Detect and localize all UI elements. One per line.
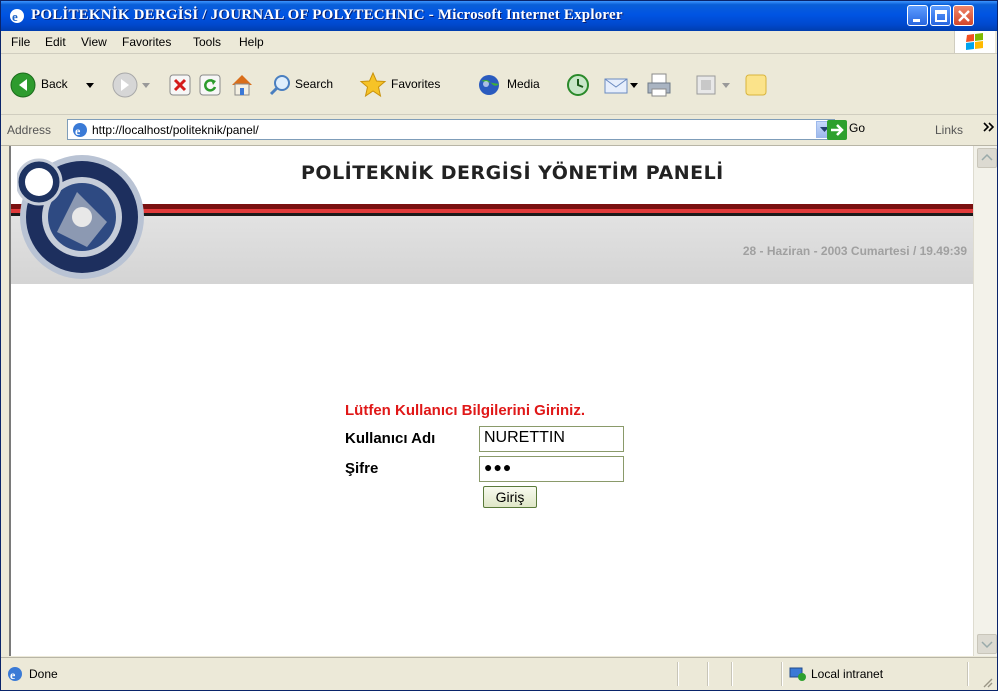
maximize-button[interactable] bbox=[930, 5, 951, 26]
svg-text:e: e bbox=[12, 9, 18, 24]
links-label[interactable]: Links bbox=[935, 123, 963, 137]
password-label: Şifre bbox=[345, 460, 379, 477]
standard-toolbar: Back Search Favorites Media bbox=[1, 54, 997, 115]
status-divider bbox=[967, 662, 969, 686]
username-input[interactable]: NURETTIN bbox=[479, 426, 624, 452]
resize-grip-icon[interactable] bbox=[981, 676, 993, 688]
minimize-button[interactable] bbox=[907, 5, 928, 26]
svg-text:e: e bbox=[10, 668, 16, 682]
forward-arrow-icon[interactable] bbox=[111, 71, 139, 99]
chevron-double-right-icon[interactable] bbox=[983, 121, 995, 133]
browser-window: e POLİTEKNİK DERGİSİ / JOURNAL OF POLYTE… bbox=[0, 0, 998, 691]
scroll-up-button[interactable] bbox=[977, 148, 997, 168]
go-arrow-icon[interactable] bbox=[827, 120, 847, 140]
print-icon[interactable] bbox=[645, 71, 673, 99]
page-header: POLİTEKNİK DERGİSİ YÖNETİM PANELİ 28 - H… bbox=[11, 146, 973, 286]
menu-bar: File Edit View Favorites Tools Help bbox=[1, 31, 997, 54]
menu-favorites[interactable]: Favorites bbox=[122, 35, 171, 49]
chevron-up-icon bbox=[981, 153, 993, 161]
status-bar: e Done Local intranet bbox=[1, 657, 997, 690]
login-submit-button[interactable]: Giriş bbox=[483, 486, 537, 508]
window-title: POLİTEKNİK DERGİSİ / JOURNAL OF POLYTECH… bbox=[31, 7, 623, 23]
scroll-down-button[interactable] bbox=[977, 634, 997, 654]
favorites-label[interactable]: Favorites bbox=[391, 77, 440, 91]
local-intranet-icon bbox=[789, 667, 806, 681]
status-divider bbox=[731, 662, 733, 686]
status-divider bbox=[781, 662, 783, 686]
date-time: 28 - Haziran - 2003 Cumartesi / 19.49:39 bbox=[742, 244, 967, 258]
address-bar: Address e http://localhost/politeknik/pa… bbox=[1, 115, 997, 146]
go-button[interactable]: Go bbox=[849, 121, 865, 135]
status-divider bbox=[707, 662, 709, 686]
svg-text:e: e bbox=[75, 124, 81, 138]
password-input[interactable]: ●●● bbox=[479, 456, 624, 482]
media-label[interactable]: Media bbox=[507, 77, 540, 91]
menu-file[interactable]: File bbox=[11, 35, 30, 49]
page-viewport: POLİTEKNİK DERGİSİ YÖNETİM PANELİ 28 - H… bbox=[9, 146, 973, 656]
address-label: Address bbox=[7, 123, 52, 137]
university-seal-logo bbox=[17, 155, 144, 279]
favorites-star-icon[interactable] bbox=[359, 71, 387, 99]
edit-icon[interactable] bbox=[695, 74, 717, 96]
internet-explorer-icon: e bbox=[10, 9, 24, 24]
search-icon[interactable] bbox=[269, 73, 293, 97]
menu-edit[interactable]: Edit bbox=[45, 35, 66, 49]
menu-tools[interactable]: Tools bbox=[193, 35, 221, 49]
mail-icon[interactable] bbox=[603, 73, 629, 97]
vertical-scrollbar[interactable] bbox=[973, 146, 997, 656]
forward-dropdown-icon[interactable] bbox=[141, 80, 151, 90]
address-url: http://localhost/politeknik/panel/ bbox=[92, 123, 259, 137]
menu-view[interactable]: View bbox=[81, 35, 107, 49]
mail-dropdown-icon[interactable] bbox=[629, 80, 639, 90]
minimize-icon bbox=[913, 19, 920, 22]
stop-icon[interactable] bbox=[169, 74, 191, 96]
login-heading: Lütfen Kullanıcı Bilgilerini Giriniz. bbox=[345, 402, 586, 419]
username-label: Kullanıcı Adı bbox=[345, 430, 436, 447]
media-icon[interactable] bbox=[475, 72, 503, 98]
refresh-icon[interactable] bbox=[199, 74, 221, 96]
search-label[interactable]: Search bbox=[295, 77, 333, 91]
windows-logo-icon bbox=[954, 31, 995, 53]
back-label[interactable]: Back bbox=[41, 77, 68, 91]
status-divider bbox=[677, 662, 679, 686]
title-bar[interactable]: e POLİTEKNİK DERGİSİ / JOURNAL OF POLYTE… bbox=[1, 1, 997, 31]
close-button[interactable] bbox=[953, 5, 974, 26]
page-title: POLİTEKNİK DERGİSİ YÖNETİM PANELİ bbox=[301, 162, 724, 184]
security-zone: Local intranet bbox=[811, 667, 884, 681]
messenger-icon[interactable] bbox=[743, 72, 769, 98]
menu-help[interactable]: Help bbox=[239, 35, 264, 49]
status-text: Done bbox=[29, 667, 58, 681]
back-dropdown-icon[interactable] bbox=[85, 80, 95, 90]
back-arrow-icon[interactable] bbox=[9, 71, 37, 99]
home-icon[interactable] bbox=[229, 72, 255, 98]
history-icon[interactable] bbox=[565, 72, 591, 98]
close-icon bbox=[958, 10, 970, 22]
address-input[interactable]: e http://localhost/politeknik/panel/ bbox=[67, 119, 835, 140]
page-icon: e bbox=[73, 123, 87, 138]
edit-dropdown-icon[interactable] bbox=[721, 80, 731, 90]
chevron-down-icon bbox=[981, 641, 993, 649]
maximize-icon bbox=[935, 10, 947, 22]
page-status-icon: e bbox=[8, 667, 22, 682]
